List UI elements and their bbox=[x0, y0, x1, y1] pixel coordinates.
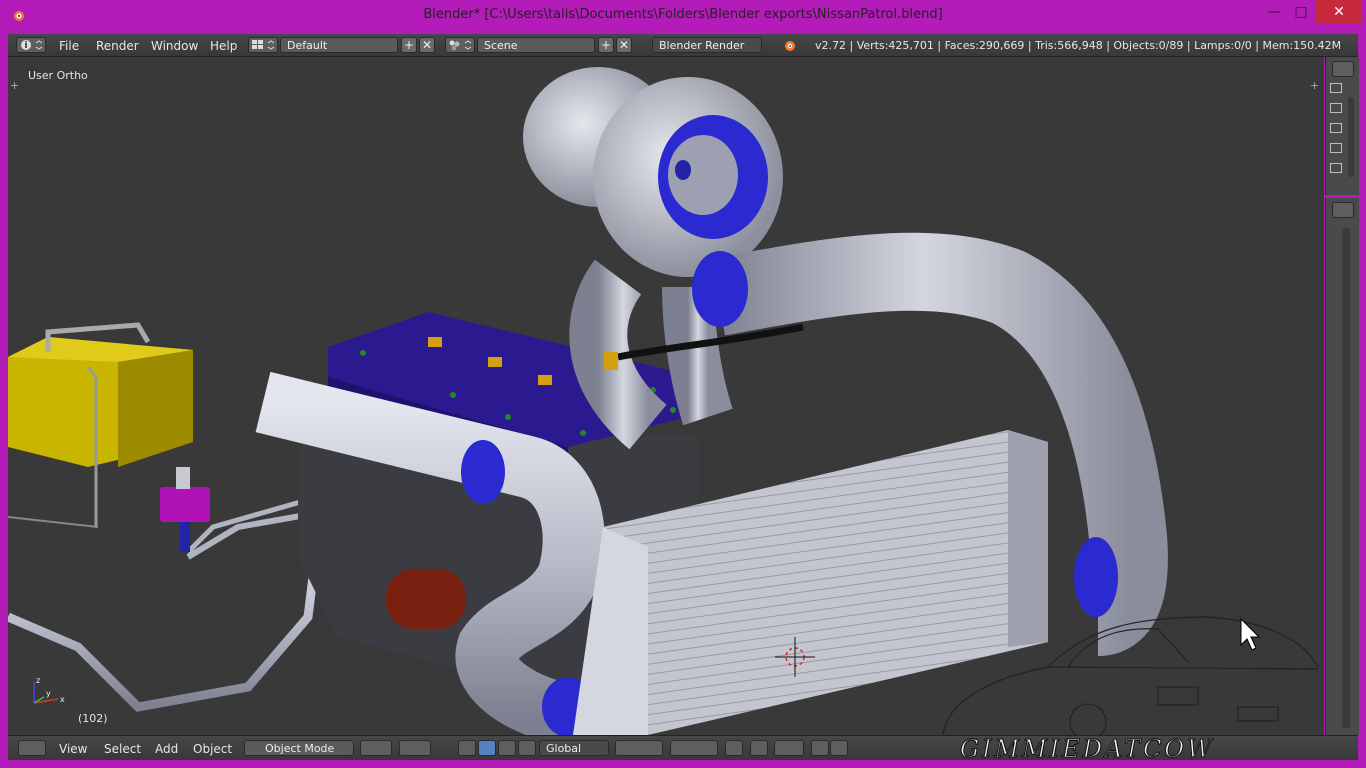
scale-manipulator-icon[interactable] bbox=[518, 740, 536, 756]
pipe-coupler bbox=[1074, 537, 1118, 617]
camera-icon[interactable] bbox=[1330, 83, 1342, 93]
properties-scrollbar[interactable] bbox=[1342, 228, 1350, 728]
camera-icon[interactable] bbox=[1330, 123, 1342, 133]
pivot-point-icon[interactable] bbox=[399, 740, 431, 756]
manipulator-toggle-icon[interactable] bbox=[458, 740, 476, 756]
render-animation-icon[interactable] bbox=[830, 740, 848, 756]
axis-gizmo-icon: x y z bbox=[33, 676, 65, 704]
help-menu[interactable]: Help bbox=[210, 39, 237, 53]
properties-panel[interactable] bbox=[1325, 198, 1359, 735]
oil-fitting bbox=[604, 352, 618, 370]
info-header: File Render Window Help Default + ✕ Scen… bbox=[8, 34, 1358, 57]
oil-filter bbox=[386, 569, 466, 629]
add-layout-button[interactable]: + bbox=[401, 37, 417, 53]
file-menu[interactable]: File bbox=[59, 39, 79, 53]
camera-icon[interactable] bbox=[1330, 143, 1342, 153]
screen-layout-icon[interactable] bbox=[248, 37, 278, 53]
title-bar: Blender* [C:\Users\talis\Documents\Folde… bbox=[0, 0, 1366, 30]
snap-icon[interactable] bbox=[774, 740, 804, 756]
scene-icon[interactable] bbox=[445, 37, 475, 53]
remove-scene-button[interactable]: ✕ bbox=[616, 37, 632, 53]
interaction-mode-select[interactable]: Object Mode bbox=[244, 740, 354, 756]
battery-side bbox=[118, 350, 193, 467]
pipe-coupler bbox=[461, 440, 505, 504]
layer-lock-icon[interactable] bbox=[725, 740, 743, 756]
proportional-editing-icon[interactable] bbox=[750, 740, 768, 756]
toolshelf-expand-icon[interactable]: + bbox=[10, 80, 20, 91]
wire bbox=[8, 516, 99, 528]
camera-icon[interactable] bbox=[1330, 103, 1342, 113]
render-engine-select[interactable]: Blender Render bbox=[652, 37, 762, 53]
fuel-regulator-fitting bbox=[180, 522, 190, 552]
outliner-editor-icon[interactable] bbox=[1332, 61, 1354, 77]
pipe-coupler bbox=[692, 251, 748, 327]
close-button[interactable]: ✕ bbox=[1316, 0, 1362, 24]
current-frame-label: (102) bbox=[78, 712, 108, 725]
intercooler-end-tank bbox=[1008, 430, 1048, 647]
transform-orientation-select[interactable]: Global bbox=[539, 740, 609, 756]
object-menu[interactable]: Object bbox=[193, 742, 232, 756]
select-menu[interactable]: Select bbox=[104, 742, 141, 756]
view-mode-label: User Ortho bbox=[28, 69, 88, 82]
view-menu[interactable]: View bbox=[59, 742, 87, 756]
properties-editor-icon[interactable] bbox=[1332, 202, 1354, 218]
layout-field[interactable]: Default bbox=[280, 37, 398, 53]
add-menu[interactable]: Add bbox=[155, 742, 178, 756]
axis-y-label: y bbox=[46, 689, 51, 698]
editor-type-3dview-icon[interactable] bbox=[18, 740, 46, 756]
outliner-render-toggles bbox=[1330, 83, 1344, 193]
scene-field[interactable]: Scene bbox=[477, 37, 595, 53]
editor-type-info-icon[interactable] bbox=[16, 37, 46, 53]
maximize-button[interactable]: □ bbox=[1289, 0, 1313, 24]
window-menu[interactable]: Window bbox=[151, 39, 198, 53]
window-title: Blender* [C:\Users\talis\Documents\Folde… bbox=[423, 7, 943, 22]
fuel-regulator bbox=[160, 487, 210, 522]
turbo-nut bbox=[675, 160, 691, 180]
fuel-regulator-fitting bbox=[176, 467, 190, 489]
viewport-shading-icon[interactable] bbox=[360, 740, 392, 756]
gimmiedatcow-watermark: GIMMIEDATCOW bbox=[960, 735, 1215, 764]
viewport-scene bbox=[8, 67, 1319, 735]
add-scene-button[interactable]: + bbox=[598, 37, 614, 53]
layers-grid-icon[interactable] bbox=[615, 740, 663, 756]
blender-version-icon bbox=[785, 41, 795, 51]
outliner-scrollbar[interactable] bbox=[1348, 97, 1354, 177]
render-opengl-icon[interactable] bbox=[811, 740, 829, 756]
translate-manipulator-icon[interactable] bbox=[478, 740, 496, 756]
rotate-manipulator-icon[interactable] bbox=[498, 740, 516, 756]
axis-z-label: z bbox=[36, 676, 40, 685]
layers-grid-icon[interactable] bbox=[670, 740, 718, 756]
outliner-panel[interactable] bbox=[1325, 57, 1359, 195]
properties-expand-icon[interactable]: + bbox=[1310, 80, 1320, 91]
minimize-button[interactable]: — bbox=[1262, 0, 1286, 24]
3d-viewport[interactable]: User Ortho (102) x y z + + bbox=[8, 57, 1324, 735]
axis-x-label: x bbox=[60, 695, 65, 704]
scene-statistics: v2.72 | Verts:425,701 | Faces:290,669 | … bbox=[815, 39, 1342, 52]
camera-icon[interactable] bbox=[1330, 163, 1342, 173]
render-menu[interactable]: Render bbox=[96, 39, 139, 53]
remove-layout-button[interactable]: ✕ bbox=[419, 37, 435, 53]
